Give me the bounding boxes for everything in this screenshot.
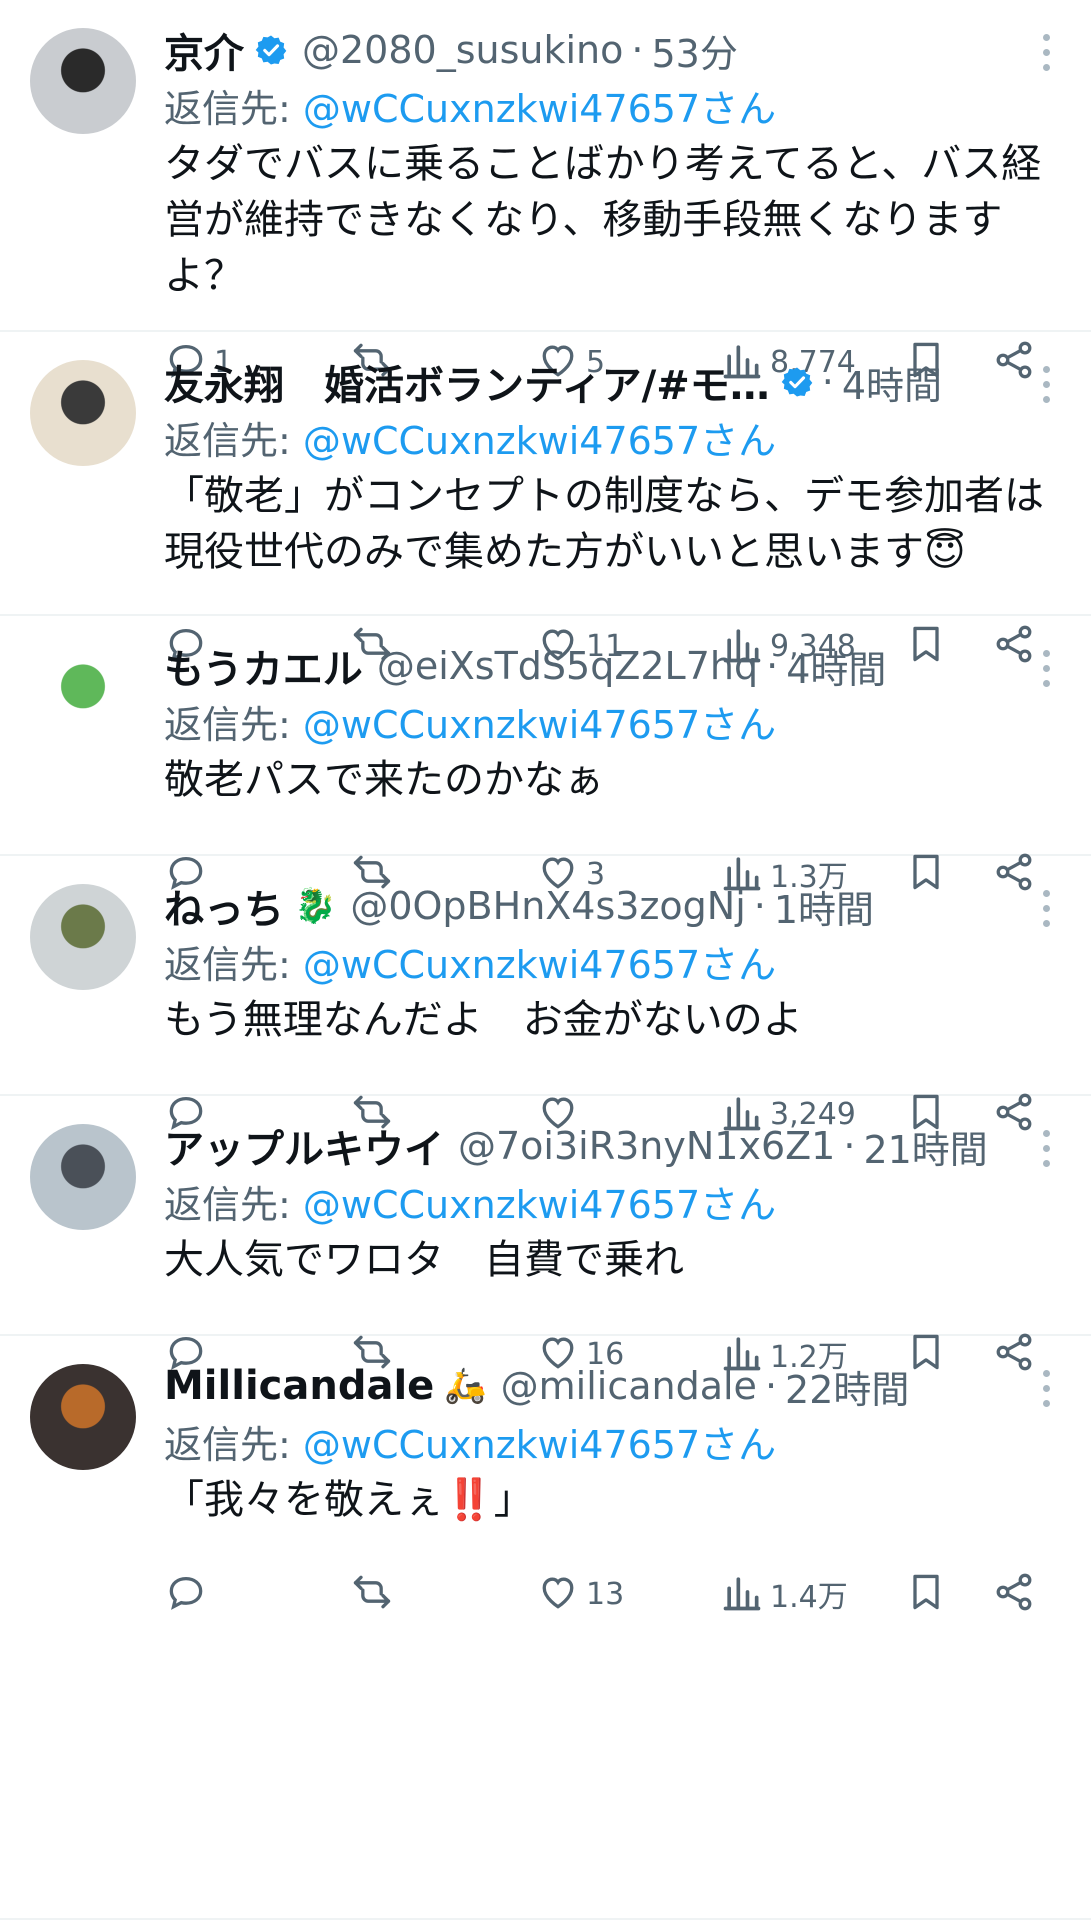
handle[interactable]: @0OpBHnX4s3zogNj [350, 884, 745, 928]
more-icon[interactable] [1043, 366, 1051, 406]
reply-context: 返信先: @wCCuxnzkwi47657さん [164, 78, 776, 133]
reply-prefix: 返信先: [164, 943, 303, 987]
reply-to-link[interactable]: @wCCuxnzkwi47657さん [303, 943, 776, 987]
tweet-header: 京介 @2080_susukino · 53分 [164, 20, 1001, 80]
reply-prefix: 返信先: [164, 419, 303, 463]
profile-emoji-icon: 🛵 [444, 1366, 487, 1406]
more-icon[interactable] [1043, 1130, 1051, 1170]
view-count: 1.4万 [770, 1580, 848, 1615]
share-icon [992, 1570, 1036, 1618]
action-bar: 13 1.4万 [164, 1566, 1051, 1622]
reply-feed: 京介 @2080_susukino · 53分 返信先: @wCCuxnzkwi… [0, 0, 1091, 1920]
tweet-header: もうカエル @eiXsTdS5qZ2L7hq · 4時間 [164, 636, 1001, 696]
retweet-button[interactable] [350, 1566, 400, 1622]
verified-badge-icon [254, 33, 288, 67]
like-button[interactable]: 13 [536, 1566, 624, 1622]
timestamp[interactable]: 4時間 [842, 355, 942, 410]
tweet-text: タダでバスに乗ることばかり考えてると、バス経営が維持できなくなり、移動手段無くな… [164, 141, 1042, 299]
display-name[interactable]: アップルキウイ [164, 1117, 444, 1175]
separator-dot: · [766, 644, 779, 688]
display-name[interactable]: Millicandale [164, 1363, 434, 1409]
tweet-header: Millicandale 🛵 @milicandale · 22時間 [164, 1356, 1001, 1416]
reply-context: 返信先: @wCCuxnzkwi47657さん [164, 1174, 776, 1229]
display-name[interactable]: ねっち [164, 877, 284, 935]
views-button[interactable]: 1.4万 [720, 1566, 848, 1622]
timestamp[interactable]: 53分 [651, 23, 737, 78]
profile-emoji-icon: 🐉 [294, 886, 337, 926]
like-count: 13 [586, 1576, 625, 1612]
display-name[interactable]: 友永翔 婚活ボランティア/#モ… [164, 353, 770, 411]
reply-prefix: 返信先: [164, 1183, 303, 1227]
reply-icon [164, 1570, 208, 1618]
tweet[interactable]: 京介 @2080_susukino · 53分 返信先: @wCCuxnzkwi… [0, 0, 1091, 380]
verified-badge-icon [780, 365, 814, 399]
separator-dot: · [843, 1124, 856, 1168]
tweet-text: 「我々を敬えぇ‼️」 [164, 1477, 534, 1523]
timestamp[interactable]: 1時間 [774, 879, 874, 934]
reply-context: 返信先: @wCCuxnzkwi47657さん [164, 934, 776, 989]
reply-prefix: 返信先: [164, 1423, 303, 1467]
reply-prefix: 返信先: [164, 87, 303, 131]
more-icon[interactable] [1043, 890, 1051, 930]
tweet[interactable]: 友永翔 婚活ボランティア/#モ… · 4時間 返信先: @wCCuxnzkwi4… [0, 332, 1091, 664]
display-name[interactable]: もうカエル [164, 637, 363, 695]
avatar[interactable] [30, 1124, 136, 1230]
tweet-text: もう無理なんだよ お金がないのよ [164, 997, 803, 1043]
tweet[interactable]: Millicandale 🛵 @milicandale · 22時間 返信先: … [0, 1336, 1091, 1920]
avatar[interactable] [30, 28, 136, 134]
handle[interactable]: @eiXsTdS5qZ2L7hq [377, 644, 758, 688]
reply-prefix: 返信先: [164, 703, 303, 747]
separator-dot: · [821, 360, 834, 404]
avatar[interactable] [30, 644, 136, 750]
more-icon[interactable] [1043, 1370, 1051, 1410]
reply-context: 返信先: @wCCuxnzkwi47657さん [164, 694, 776, 749]
more-icon[interactable] [1043, 34, 1051, 74]
retweet-icon [350, 1570, 394, 1618]
timestamp[interactable]: 4時間 [786, 639, 886, 694]
separator-dot: · [753, 884, 766, 928]
more-icon[interactable] [1043, 650, 1051, 690]
avatar[interactable] [30, 1364, 136, 1470]
reply-to-link[interactable]: @wCCuxnzkwi47657さん [303, 1423, 776, 1467]
handle[interactable]: @7oi3iR3nyN1x6Z1 [458, 1124, 835, 1168]
separator-dot: · [631, 28, 644, 72]
reply-to-link[interactable]: @wCCuxnzkwi47657さん [303, 703, 776, 747]
tweet-header: 友永翔 婚活ボランティア/#モ… · 4時間 [164, 352, 1001, 412]
reply-to-link[interactable]: @wCCuxnzkwi47657さん [303, 87, 776, 131]
views-icon [720, 1570, 764, 1618]
tweet-text: 「敬老」がコンセプトの制度なら、デモ参加者は現役世代のみで集めた方がいいと思いま… [164, 473, 1044, 575]
avatar[interactable] [30, 360, 136, 466]
avatar[interactable] [30, 884, 136, 990]
tweet[interactable]: もうカエル @eiXsTdS5qZ2L7hq · 4時間 返信先: @wCCux… [0, 616, 1091, 895]
timestamp[interactable]: 21時間 [863, 1119, 987, 1174]
reply-to-link[interactable]: @wCCuxnzkwi47657さん [303, 1183, 776, 1227]
share-button[interactable] [992, 1566, 1036, 1622]
tweet[interactable]: ねっち 🐉 @0OpBHnX4s3zogNj · 1時間 返信先: @wCCux… [0, 856, 1091, 1132]
like-icon [536, 1570, 580, 1618]
tweet[interactable]: アップルキウイ @7oi3iR3nyN1x6Z1 · 21時間 返信先: @wC… [0, 1096, 1091, 1375]
separator-dot: · [764, 1364, 778, 1408]
reply-context: 返信先: @wCCuxnzkwi47657さん [164, 1414, 776, 1469]
bookmark-icon [904, 1570, 948, 1618]
tweet-text: 敬老パスで来たのかなぁ [164, 757, 604, 803]
tweet-text: 大人気でワロタ 自費で乗れ [164, 1237, 684, 1283]
bookmark-button[interactable] [904, 1566, 948, 1622]
display-name[interactable]: 京介 [164, 21, 244, 79]
tweet-header: ねっち 🐉 @0OpBHnX4s3zogNj · 1時間 [164, 876, 1001, 936]
reply-context: 返信先: @wCCuxnzkwi47657さん [164, 410, 776, 465]
reply-to-link[interactable]: @wCCuxnzkwi47657さん [303, 419, 776, 463]
handle[interactable]: @milicandale [501, 1364, 757, 1408]
timestamp[interactable]: 22時間 [785, 1359, 909, 1414]
tweet-header: アップルキウイ @7oi3iR3nyN1x6Z1 · 21時間 [164, 1116, 1001, 1176]
reply-button[interactable] [164, 1566, 214, 1622]
handle[interactable]: @2080_susukino [302, 28, 623, 72]
